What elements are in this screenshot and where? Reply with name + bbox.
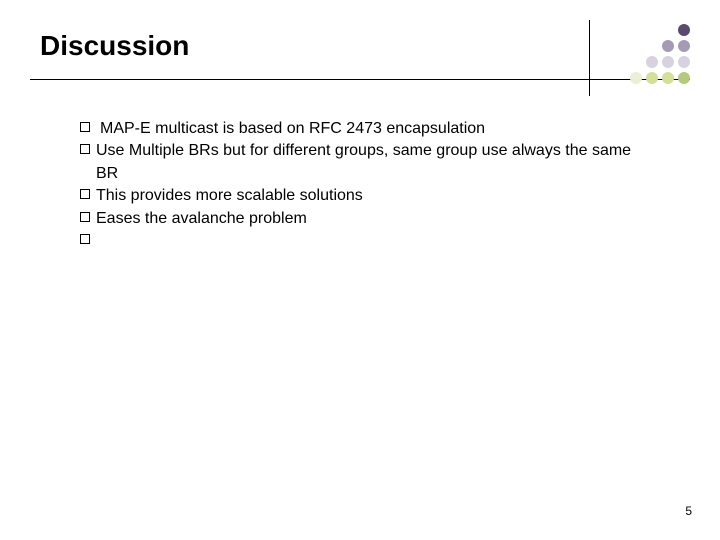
decor-dot [646,72,658,84]
decor-dot [646,24,658,36]
content-block: MAP-E multicast is based on RFC 2473 enc… [80,118,640,244]
decor-dot [662,72,674,84]
decor-dot [678,56,690,68]
square-bullet-icon [80,189,90,199]
bullet-text [96,230,640,244]
decor-dot [662,24,674,36]
bullet-text: MAP-E multicast is based on RFC 2473 enc… [100,118,640,140]
decor-dot [662,56,674,68]
bullet-item: This provides more scalable solutions [80,185,640,207]
decor-dot [678,24,690,36]
decor-dot [678,40,690,52]
square-bullet-icon [80,144,90,154]
slide-title: Discussion [30,20,690,62]
title-row: Discussion [30,20,690,80]
bullet-text: This provides more scalable solutions [96,185,640,207]
decor-dot [662,40,674,52]
decor-dot [678,72,690,84]
decor-dot [630,24,642,36]
bullet-text: Use Multiple BRs but for different group… [96,140,640,185]
bullet-text: Eases the avalanche problem [96,208,640,230]
decor-dot [630,56,642,68]
bullet-item [80,230,640,244]
decor-dots [630,24,690,84]
page-number: 5 [685,504,692,518]
title-underline [30,79,690,80]
square-bullet-icon [80,234,90,244]
decor-vertical-line [589,20,590,96]
decor-dot [630,40,642,52]
bullet-item: Use Multiple BRs but for different group… [80,140,640,185]
slide: Discussion MAP-E multicast is based on R… [0,0,720,540]
decor-dot [646,56,658,68]
decor-dot [646,40,658,52]
square-bullet-icon [80,212,90,222]
square-bullet-icon [80,122,90,132]
decor-dot [630,72,642,84]
bullet-item: MAP-E multicast is based on RFC 2473 enc… [80,118,640,140]
bullet-item: Eases the avalanche problem [80,208,640,230]
